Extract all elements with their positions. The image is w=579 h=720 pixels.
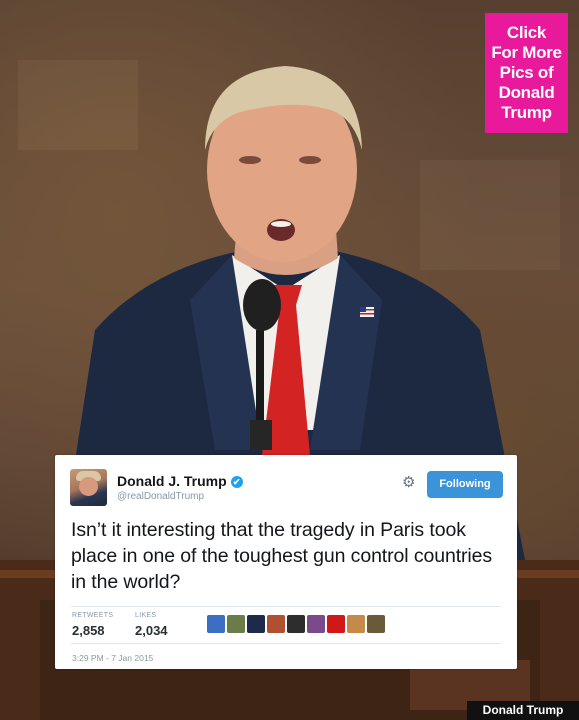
tweet-author-name[interactable]: Donald J. Trump ✔ xyxy=(117,473,243,489)
liker-avatar[interactable] xyxy=(347,615,365,633)
tweet-timestamp[interactable]: 3:29 PM - 7 Jan 2015 xyxy=(72,653,153,663)
likes-count[interactable]: 2,034 xyxy=(135,623,168,638)
likes-label: LIKES xyxy=(135,612,157,619)
likers-avatars xyxy=(207,615,385,633)
promo-line: Click xyxy=(506,23,547,42)
avatar[interactable] xyxy=(70,469,107,506)
divider xyxy=(71,606,501,607)
promo-line: For More xyxy=(491,43,562,62)
liker-avatar[interactable] xyxy=(267,615,285,633)
liker-avatar[interactable] xyxy=(247,615,265,633)
avatar-face xyxy=(79,477,98,496)
verified-badge-icon: ✔ xyxy=(230,476,243,488)
promo-line: Donald xyxy=(498,83,555,102)
tweet-card: Donald J. Trump ✔ @realDonaldTrump ⚙ Foll… xyxy=(55,455,517,669)
more-pics-promo[interactable]: Click For More Pics of Donald Trump xyxy=(485,13,568,133)
following-button[interactable]: Following xyxy=(427,471,503,498)
liker-avatar[interactable] xyxy=(327,615,345,633)
promo-line: Trump xyxy=(501,103,552,122)
promo-line: Pics of xyxy=(499,63,554,82)
retweets-label: RETWEETS xyxy=(72,612,114,619)
liker-avatar[interactable] xyxy=(307,615,325,633)
gear-icon[interactable]: ⚙ xyxy=(402,475,415,490)
tweet-author-handle[interactable]: @realDonaldTrump xyxy=(117,491,204,502)
tweet-text: Isn’t it interesting that the tragedy in… xyxy=(71,519,493,593)
retweets-count[interactable]: 2,858 xyxy=(72,623,105,638)
liker-avatar[interactable] xyxy=(207,615,225,633)
photo-caption: Donald Trump xyxy=(467,701,579,720)
liker-avatar[interactable] xyxy=(367,615,385,633)
divider xyxy=(71,643,501,644)
liker-avatar[interactable] xyxy=(227,615,245,633)
author-name-text: Donald J. Trump xyxy=(117,473,227,489)
liker-avatar[interactable] xyxy=(287,615,305,633)
